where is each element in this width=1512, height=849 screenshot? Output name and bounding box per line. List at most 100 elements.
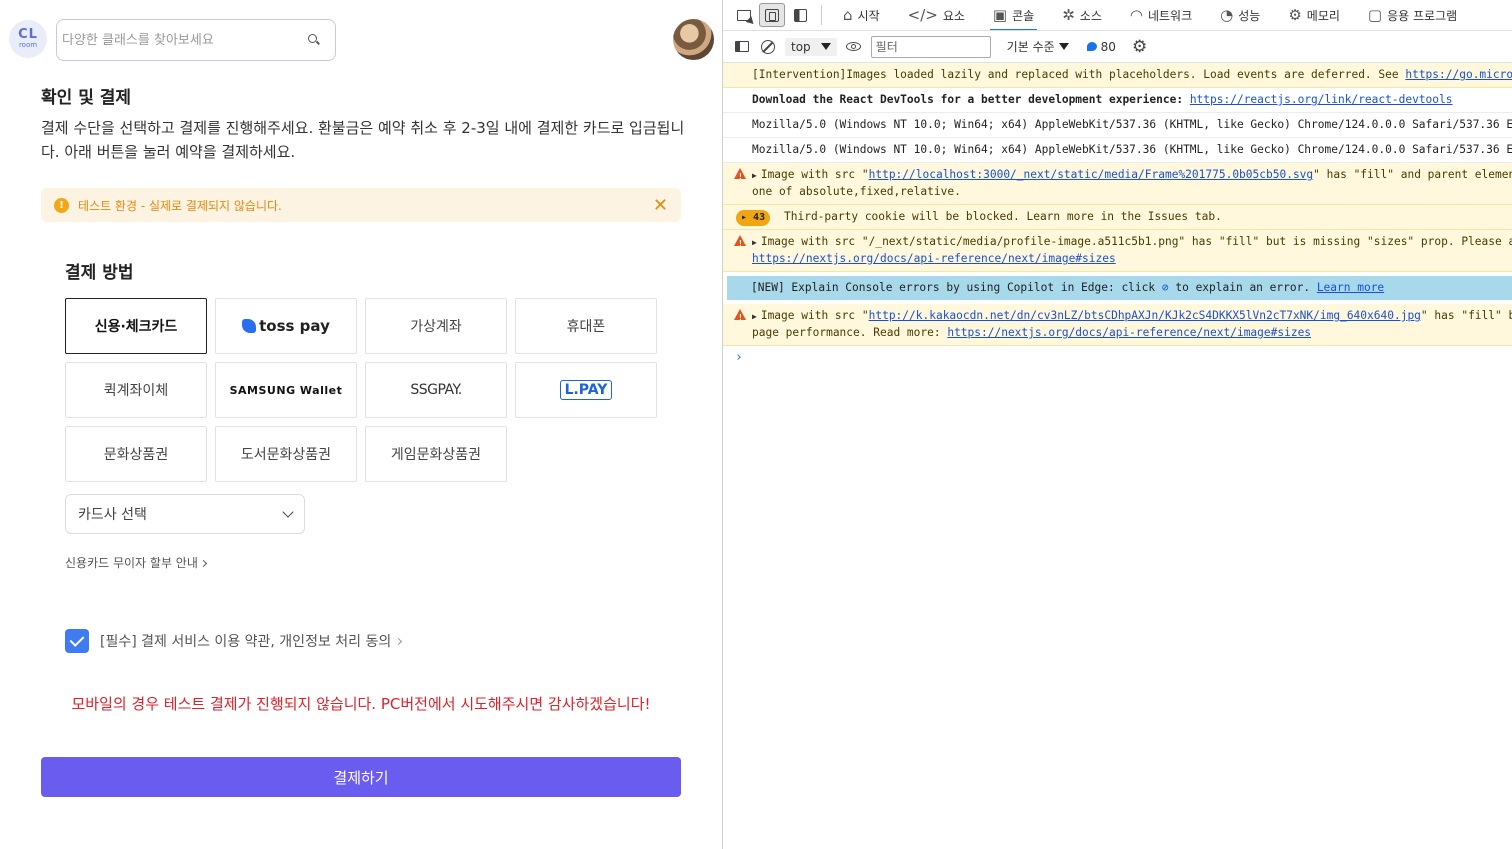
badge-count: 43 bbox=[753, 212, 766, 223]
message-text: [Intervention]Images loaded lazily and r… bbox=[752, 68, 1406, 81]
console-prompt[interactable]: › bbox=[723, 346, 1512, 366]
tab-application[interactable]: ▢ 응용 프로그램 bbox=[1355, 0, 1470, 30]
ssgpay-logo: SSGPAY. bbox=[410, 382, 462, 398]
console-message: Download the React DevTools for a better… bbox=[723, 88, 1512, 113]
mobile-warning-text: 모바일의 경우 테스트 결제가 진행되지 않습니다. PC버전에서 시도해주시면… bbox=[71, 695, 651, 713]
lpay-logo: L.PAY bbox=[559, 380, 613, 400]
message-link[interactable]: https://nextjs.org/docs/api-reference/ne… bbox=[947, 326, 1311, 339]
tab-elements[interactable]: </> 요소 bbox=[895, 0, 978, 30]
learn-more-link[interactable]: Learn more bbox=[1317, 281, 1384, 294]
console-warning[interactable]: ▸ 43 Third-party cookie will be blocked.… bbox=[723, 205, 1512, 230]
tab-memory[interactable]: ⚙ 메모리 bbox=[1275, 0, 1353, 30]
message-text: Mozilla/5.0 (Windows NT 10.0; Win64; x64… bbox=[752, 143, 1512, 156]
payment-method-game-voucher[interactable]: 게임문화상품권 bbox=[365, 426, 507, 482]
payment-method-tosspay[interactable]: toss pay bbox=[215, 298, 357, 354]
expand-arrow-icon[interactable]: ▶ bbox=[752, 309, 757, 325]
message-text: Image with src " bbox=[760, 168, 869, 181]
gear-icon[interactable]: ⚙ bbox=[1132, 37, 1147, 57]
issues-counter[interactable]: 80 bbox=[1086, 39, 1116, 54]
issues-count: 80 bbox=[1100, 39, 1116, 54]
context-value: top bbox=[791, 39, 811, 54]
payment-method-lpay[interactable]: L.PAY bbox=[515, 362, 657, 418]
message-link[interactable]: https://nextjs.org/docs/api-reference/ne… bbox=[752, 252, 1116, 265]
tab-label: 콘솔 bbox=[1012, 8, 1035, 23]
payment-method-virtual-account[interactable]: 가상계좌 bbox=[365, 298, 507, 354]
expand-arrow-icon[interactable]: ▶ bbox=[752, 235, 757, 251]
device-emulation-button[interactable] bbox=[759, 3, 785, 27]
payment-method-card[interactable]: 신용·체크카드 bbox=[65, 298, 207, 354]
context-select[interactable]: top bbox=[785, 37, 837, 56]
message-text: to explain an error. bbox=[1168, 281, 1317, 294]
message-text: Third-party cookie will be blocked. Lear… bbox=[784, 210, 1222, 223]
payment-method-samsung-wallet[interactable]: SAMSUNG Wallet bbox=[215, 362, 357, 418]
terms-agreement[interactable]: [필수] 결제 서비스 이용 약관, 개인정보 처리 동의 bbox=[65, 629, 403, 653]
tab-welcome[interactable]: ⌂ 시작 bbox=[830, 0, 893, 30]
search-icon[interactable] bbox=[307, 33, 321, 47]
payment-method-label: 퀵계좌이체 bbox=[103, 383, 169, 399]
message-text: Download the React DevTools for a better… bbox=[752, 93, 1190, 106]
message-text: one of absolute,fixed,relative. bbox=[752, 185, 961, 198]
inspect-element-button[interactable] bbox=[731, 3, 757, 27]
console-warning[interactable]: ▶Image with src "/_next/static/media/pro… bbox=[723, 230, 1512, 272]
tab-console[interactable]: ▣ 콘솔 bbox=[980, 0, 1047, 30]
filter-input[interactable] bbox=[870, 35, 991, 58]
chevron-right-icon[interactable] bbox=[395, 637, 403, 646]
payment-method-book-voucher[interactable]: 도서문화상품권 bbox=[215, 426, 357, 482]
log-levels-dropdown[interactable]: 기본 수준 bbox=[1007, 38, 1069, 55]
close-icon[interactable]: ✕ bbox=[653, 195, 668, 216]
site-logo[interactable]: CL room bbox=[9, 20, 47, 58]
expand-arrow-icon[interactable]: ▶ bbox=[752, 168, 757, 184]
message-link[interactable]: http://localhost:3000/_next/static/media… bbox=[869, 168, 1314, 181]
message-text: Image with src "/_next/static/media/prof… bbox=[760, 235, 1512, 248]
installment-info-link[interactable]: 신용카드 무이자 할부 안내 bbox=[65, 554, 207, 571]
tab-performance[interactable]: ◔ 성능 bbox=[1207, 0, 1273, 30]
installment-label: 신용카드 무이자 할부 안내 bbox=[65, 556, 198, 570]
console-warning[interactable]: ▶Image with src "http://k.kakaocdn.net/d… bbox=[723, 304, 1512, 346]
card-company-select[interactable]: 카드사 선택 bbox=[65, 494, 305, 534]
live-expression-button[interactable] bbox=[845, 38, 863, 56]
agreement-label: [필수] 결제 서비스 이용 약관, 개인정보 처리 동의 bbox=[100, 631, 403, 651]
message-link[interactable]: https://reactjs.org/link/react-devtools bbox=[1190, 93, 1453, 106]
copilot-info-banner: [NEW] Explain Console errors by using Co… bbox=[727, 276, 1512, 300]
avatar[interactable] bbox=[673, 19, 714, 60]
dock-side-button[interactable] bbox=[787, 3, 813, 27]
payment-methods-title: 결제 방법 bbox=[65, 263, 134, 283]
dropdown-arrow-icon bbox=[820, 43, 831, 50]
message-text: Image with src " bbox=[760, 309, 869, 322]
sidebar-toggle-button[interactable] bbox=[733, 38, 751, 56]
payment-method-quick-transfer[interactable]: 퀵계좌이체 bbox=[65, 362, 207, 418]
console-toolbar: top 기본 수준 80 ⚙ bbox=[723, 31, 1512, 63]
pay-button[interactable]: 결제하기 bbox=[41, 757, 681, 797]
agreement-text: [필수] 결제 서비스 이용 약관, 개인정보 처리 동의 bbox=[100, 634, 392, 650]
tab-label: 요소 bbox=[942, 8, 965, 23]
dropdown-arrow-icon bbox=[1058, 43, 1069, 50]
page-description: 결제 수단을 선택하고 결제를 진행해주세요. 환불금은 예약 취소 후 2-3… bbox=[41, 119, 685, 161]
tab-network[interactable]: ◠ 네트워크 bbox=[1117, 0, 1205, 30]
tab-divider bbox=[821, 5, 822, 25]
tab-sources[interactable]: ✲ 소스 bbox=[1049, 0, 1115, 30]
agreement-checkbox[interactable] bbox=[65, 629, 89, 653]
console-output: [Intervention]Images loaded lazily and r… bbox=[723, 63, 1512, 366]
tab-label: 시작 bbox=[857, 8, 880, 23]
payment-method-phone[interactable]: 휴대폰 bbox=[515, 298, 657, 354]
tab-label: 응용 프로그램 bbox=[1387, 8, 1458, 23]
clear-console-button[interactable] bbox=[759, 38, 777, 56]
payment-method-label: 게임문화상품권 bbox=[390, 447, 482, 463]
console-warning[interactable]: ▶Image with src "http://localhost:3000/_… bbox=[723, 163, 1512, 205]
message-link[interactable]: http://k.kakaocdn.net/dn/cv3nLZ/btsCDhpA… bbox=[869, 309, 1421, 322]
page-title: 확인 및 결제 bbox=[41, 88, 132, 108]
payment-method-ssgpay[interactable]: SSGPAY. bbox=[365, 362, 507, 418]
copilot-icon[interactable]: ⊘ bbox=[1162, 281, 1169, 294]
test-env-alert: ! 테스트 환경 - 실제로 결제되지 않습니다. ✕ bbox=[41, 188, 681, 222]
logo-text: CL bbox=[18, 27, 38, 42]
payment-method-culture-voucher[interactable]: 문화상품권 bbox=[65, 426, 207, 482]
code-icon: </> bbox=[907, 6, 938, 24]
payment-methods-grid: 신용·체크카드 toss pay 가상계좌 휴대폰 퀵계좌이체 SAMSUNG … bbox=[65, 298, 657, 482]
console-message: Mozilla/5.0 (Windows NT 10.0; Win64; x64… bbox=[723, 138, 1512, 163]
search-input[interactable] bbox=[62, 32, 307, 48]
toss-icon bbox=[242, 319, 257, 333]
eye-icon bbox=[846, 42, 862, 51]
message-link[interactable]: https://go.microsoft.com/fwlink/?linkid=… bbox=[1405, 68, 1512, 81]
samsung-wallet-logo: SAMSUNG Wallet bbox=[229, 383, 343, 397]
issue-count-badge[interactable]: ▸ 43 bbox=[736, 210, 771, 226]
